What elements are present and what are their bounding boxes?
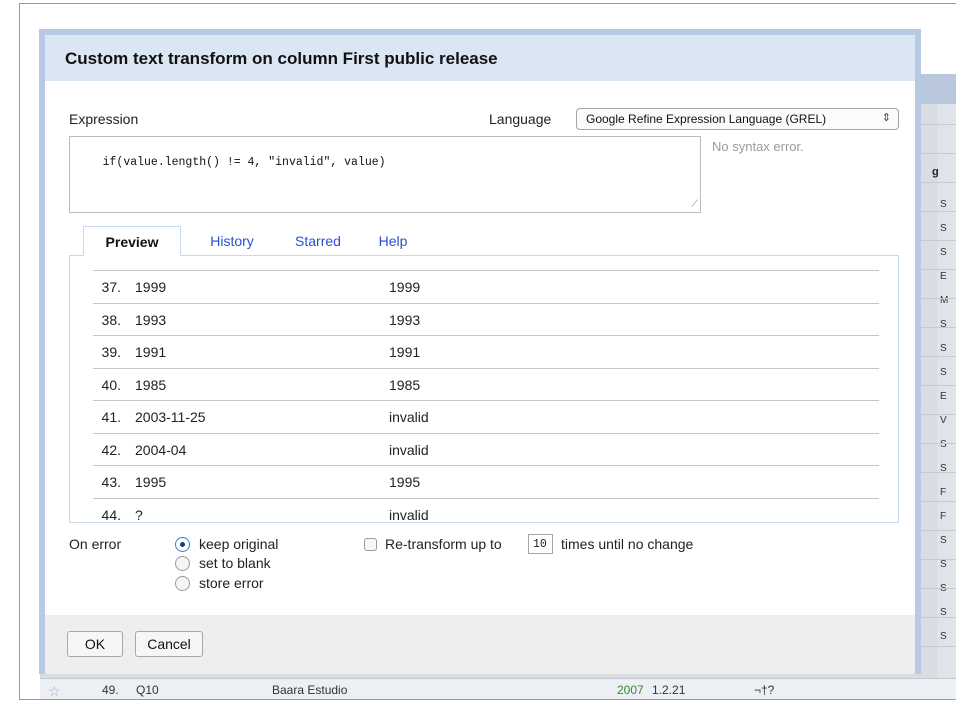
row-index: 40. (101, 376, 121, 393)
background-cell-letter: S (940, 439, 947, 450)
background-cell-letter: S (940, 535, 947, 546)
transformed-value: invalid (389, 409, 429, 425)
background-cell-letter: S (940, 199, 947, 210)
original-value: 1985 (135, 376, 167, 393)
row-version: 1.2.21 (652, 683, 686, 697)
original-value: 1991 (135, 344, 167, 360)
language-select-value: Google Refine Expression Language (GREL) (586, 112, 827, 126)
radio-button[interactable] (175, 556, 190, 571)
tab-preview[interactable]: Preview (83, 226, 181, 256)
row-misc: ¬†? (754, 683, 775, 697)
background-cell-letter: S (940, 247, 947, 258)
row-index: 37. (101, 279, 121, 295)
syntax-status: No syntax error. (712, 139, 804, 154)
original-value: 1999 (135, 279, 167, 295)
row-index: 44. (101, 506, 121, 523)
cancel-button[interactable]: Cancel (135, 631, 203, 657)
row-year: 2007 (617, 683, 644, 697)
preview-row: 39. 1991 1991 (93, 335, 879, 367)
background-cell-letter: E (940, 391, 947, 402)
background-cell-letter: F (940, 487, 947, 498)
tab-history[interactable]: History (191, 226, 273, 256)
star-icon[interactable]: ☆ (48, 683, 61, 699)
preview-row: 40. 1985 1985 (93, 367, 879, 400)
row-index: 38. (101, 311, 121, 328)
expression-input[interactable]: if(value.length() != 4, "invalid", value… (69, 136, 701, 213)
preview-row: 41. 2003-11-25 invalid (93, 400, 879, 432)
background-cell-letter: F (940, 511, 947, 522)
tab-help[interactable]: Help (362, 226, 424, 256)
transformed-value: 1991 (389, 344, 421, 360)
original-value: ? (135, 506, 143, 523)
transformed-value: 1993 (389, 311, 421, 328)
row-index: 42. (101, 441, 121, 458)
original-value: 2003-11-25 (135, 409, 206, 425)
radio-button[interactable] (175, 537, 190, 552)
language-label: Language (489, 111, 552, 127)
row-index: 39. (101, 344, 121, 360)
transformed-value: invalid (389, 441, 429, 458)
row-developer: Baara Estudio (272, 683, 348, 697)
ok-button[interactable]: OK (67, 631, 123, 657)
preview-panel[interactable]: 37. 1999 1999 38. 1993 1993 39. 1991 1991 40. 1985… (69, 255, 899, 523)
radio-label: keep original (199, 536, 279, 552)
select-arrows-icon: ⇕ (881, 112, 891, 124)
preview-row: 37. 1999 1999 (93, 270, 879, 302)
original-value: 1995 (135, 474, 167, 490)
transformed-value: 1985 (389, 376, 421, 393)
background-cell-letter: V (940, 415, 947, 426)
row-name: Q10 (136, 683, 159, 697)
background-cell-letter: S (940, 631, 947, 642)
retransform-count-input[interactable]: 10 (528, 534, 553, 554)
row-index: 43. (101, 474, 121, 490)
dialog-footer: OK Cancel (45, 615, 915, 674)
original-value: 2004-04 (135, 441, 187, 458)
background-cell-letter: M (940, 295, 949, 306)
expression-label: Expression (69, 111, 139, 127)
radio-label: store error (199, 575, 264, 591)
retransform-label: Re-transform up to (385, 536, 502, 552)
row-number: 49. (102, 683, 119, 697)
transform-dialog: Custom text transform on column First pu… (39, 29, 921, 674)
preview-row: 42. 2004-04 invalid (93, 432, 879, 465)
radio-button[interactable] (175, 576, 190, 591)
background-cell-letter: S (940, 343, 947, 354)
retransform-checkbox[interactable] (364, 538, 377, 551)
preview-row: 38. 1993 1993 (93, 302, 879, 335)
row-index: 41. (101, 409, 121, 425)
language-select[interactable]: Google Refine Expression Language (GREL)… (576, 108, 899, 130)
tab-starred[interactable]: Starred (274, 226, 362, 256)
radio-label: set to blank (199, 555, 271, 571)
original-value: 1993 (135, 311, 167, 328)
on-error-label: On error (69, 536, 122, 552)
transformed-value: 1999 (389, 279, 421, 295)
resize-grip-icon[interactable]: ⟋ (691, 199, 698, 211)
expression-text: if(value.length() != 4, "invalid", value… (102, 156, 386, 169)
retransform-suffix-label: times until no change (561, 536, 694, 552)
background-header-fragment: g (932, 166, 939, 178)
background-cell-letter: S (940, 223, 947, 234)
preview-row: 43. 1995 1995 (93, 465, 879, 497)
background-cell-letter: E (940, 271, 947, 282)
preview-row: 44.? invalid (93, 497, 879, 523)
background-table-row: ☆ 49. Q10 Baara Estudio 2007 1.2.21 ¬†? (40, 678, 956, 699)
background-cell-letter: S (940, 367, 947, 378)
transformed-value: invalid (389, 506, 429, 523)
background-cell-letter: S (940, 319, 947, 330)
transformed-value: 1995 (389, 474, 421, 490)
dialog-title: Custom text transform on column First pu… (45, 35, 915, 81)
background-cell-letter: S (940, 559, 947, 570)
